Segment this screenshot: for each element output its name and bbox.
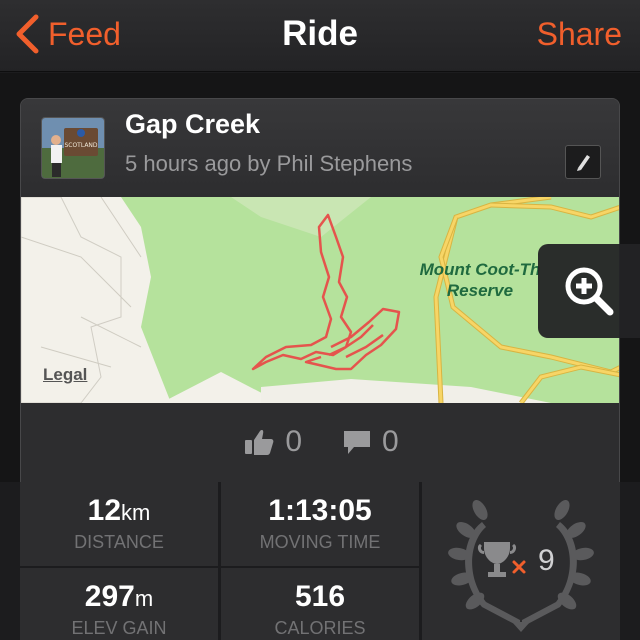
activity-subtitle: 5 hours ago by Phil Stephens (125, 151, 413, 176)
elevation-label: ELEV GAIN (71, 618, 167, 638)
comments-count: 0 (382, 425, 399, 458)
svg-text:SCOTLAND: SCOTLAND (64, 142, 97, 149)
navigation-bar: Feed Ride Share (0, 0, 640, 72)
calories-stat: 516 CALORIES (221, 568, 419, 640)
kudos-count: 0 (285, 425, 302, 458)
edit-button[interactable] (565, 145, 601, 179)
comments-button[interactable]: 0 (342, 425, 399, 459)
activity-title[interactable]: Gap Creek (125, 109, 260, 140)
moving-time-label: MOVING TIME (259, 532, 381, 552)
elevation-value: 297 (84, 580, 135, 613)
thumbs-up-icon (245, 430, 274, 455)
map-zoom-button[interactable] (538, 244, 640, 338)
social-row: 0 0 (21, 403, 619, 481)
kudos-button[interactable]: 0 (243, 425, 302, 459)
comment-icon (344, 431, 370, 454)
route-map[interactable]: Mount Coot-Th Reserve Legal (21, 197, 619, 403)
achievements-count: 9 (538, 544, 555, 577)
distance-unit: km (121, 500, 151, 525)
avatar[interactable]: SCOTLAND (41, 117, 105, 179)
elevation-unit: m (134, 586, 154, 611)
laurel-wreath-icon (448, 500, 594, 632)
pencil-icon (577, 155, 590, 171)
avatar-image: SCOTLAND (42, 118, 104, 178)
distance-value: 12 (87, 494, 122, 527)
distance-label: DISTANCE (74, 532, 164, 552)
moving-time-value: 1:13:05 (268, 494, 372, 527)
map-legal-link[interactable]: Legal (43, 365, 87, 385)
map-place-label: Mount Coot-Th Reserve (419, 260, 541, 300)
elevation-stat: 297m ELEV GAIN (20, 568, 218, 640)
activity-header: SCOTLAND Gap Creek 5 hours ago by Phil S… (21, 99, 619, 197)
share-button[interactable]: Share (537, 12, 622, 56)
calories-label: CALORIES (274, 618, 366, 638)
zoom-in-icon (565, 267, 614, 316)
achievements-panel[interactable] (422, 482, 620, 640)
distance-stat: 12km DISTANCE (20, 482, 218, 566)
calories-value: 516 (294, 580, 346, 613)
moving-time-stat: 1:13:05 MOVING TIME (221, 482, 419, 566)
